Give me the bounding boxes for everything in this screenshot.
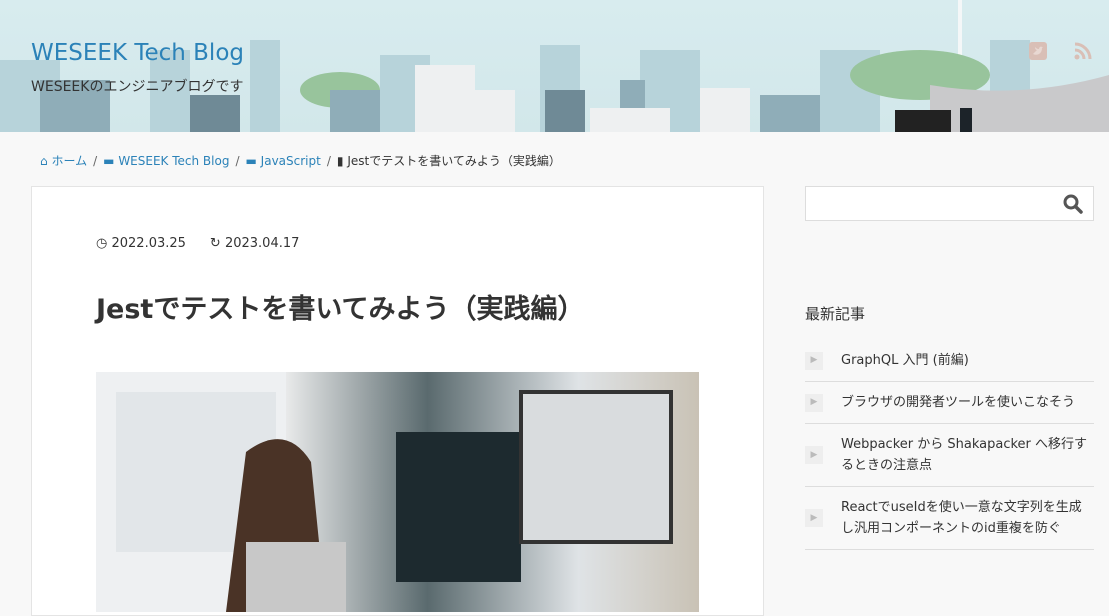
- separator: /: [93, 153, 98, 168]
- recent-posts-title: 最新記事: [805, 305, 866, 323]
- recent-post-link[interactable]: GraphQL 入門 (前編): [841, 350, 969, 371]
- clock-icon: ◷: [96, 236, 108, 251]
- recent-post-link[interactable]: ブラウザの開発者ツールを使いこなそう: [841, 392, 1075, 413]
- site-description: WESEEKのエンジニアブログです: [31, 79, 244, 95]
- breadcrumb-label: Jestでテストを書いてみよう（実践編）: [347, 154, 561, 168]
- breadcrumb-label: JavaScript: [260, 153, 321, 168]
- recent-posts-list: ▶ GraphQL 入門 (前編) ▶ ブラウザの開発者ツールを使いこなそう ▶ We…: [805, 340, 1094, 550]
- article-card: ◷ 2022.03.25 ↻ 2023.04.17 Jestでテストを書いてみよ…: [31, 186, 764, 616]
- search-icon[interactable]: [1063, 194, 1083, 214]
- article-dates: ◷ 2022.03.25 ↻ 2023.04.17: [96, 236, 299, 251]
- recent-post-item[interactable]: ▶ GraphQL 入門 (前編): [805, 340, 1094, 382]
- twitter-icon[interactable]: [1029, 42, 1049, 62]
- breadcrumb-blog[interactable]: ▬ WESEEK Tech Blog: [103, 154, 229, 168]
- recent-post-link[interactable]: ReactでuseIdを使い一意な文字列を生成し汎用コンポーネントのid重複を防…: [841, 497, 1094, 539]
- search-form: [805, 186, 1094, 221]
- separator: /: [326, 153, 331, 168]
- site-header: WESEEK Tech Blog WESEEKのエンジニアブログです: [0, 0, 1109, 132]
- refresh-icon: ↻: [209, 236, 221, 251]
- chevron-right-icon: ▶: [805, 351, 823, 370]
- breadcrumb-label: ホーム: [51, 154, 88, 168]
- search-input[interactable]: [806, 187, 1046, 220]
- breadcrumb-label: WESEEK Tech Blog: [118, 153, 230, 168]
- skyline-illustration: [0, 0, 1109, 132]
- article-title: Jestでテストを書いてみよう（実践編）: [96, 294, 585, 325]
- updated-date: ↻ 2023.04.17: [210, 236, 299, 251]
- chevron-right-icon: ▶: [805, 393, 823, 412]
- recent-post-link[interactable]: Webpacker から Shakapacker へ移行するときの注意点: [841, 434, 1094, 476]
- breadcrumb-home[interactable]: ⌂ ホーム: [40, 152, 87, 169]
- recent-post-item[interactable]: ▶ ブラウザの開発者ツールを使いこなそう: [805, 382, 1094, 424]
- folder-icon: ▬: [103, 153, 115, 168]
- published-value: 2022.03.25: [111, 236, 186, 251]
- file-icon: ▮: [336, 154, 344, 168]
- breadcrumb: ⌂ ホーム / ▬ WESEEK Tech Blog / ▬ JavaScript /…: [40, 152, 561, 169]
- recent-post-item[interactable]: ▶ Webpacker から Shakapacker へ移行するときの注意点: [805, 424, 1094, 487]
- updated-value: 2023.04.17: [224, 236, 300, 251]
- published-date: ◷ 2022.03.25: [96, 236, 186, 251]
- chevron-right-icon: ▶: [805, 446, 823, 464]
- site-title[interactable]: WESEEK Tech Blog: [31, 40, 244, 66]
- folder-icon: ▬: [245, 153, 257, 168]
- chevron-right-icon: ▶: [805, 509, 823, 527]
- breadcrumb-current: ▮ Jestでテストを書いてみよう（実践編）: [337, 152, 561, 169]
- rss-icon[interactable]: [1074, 42, 1094, 62]
- article-featured-image: [96, 372, 699, 612]
- recent-post-item[interactable]: ▶ ReactでuseIdを使い一意な文字列を生成し汎用コンポーネントのid重複を…: [805, 487, 1094, 550]
- home-icon: ⌂: [40, 154, 48, 168]
- separator: /: [235, 153, 240, 168]
- breadcrumb-javascript[interactable]: ▬ JavaScript: [246, 154, 321, 168]
